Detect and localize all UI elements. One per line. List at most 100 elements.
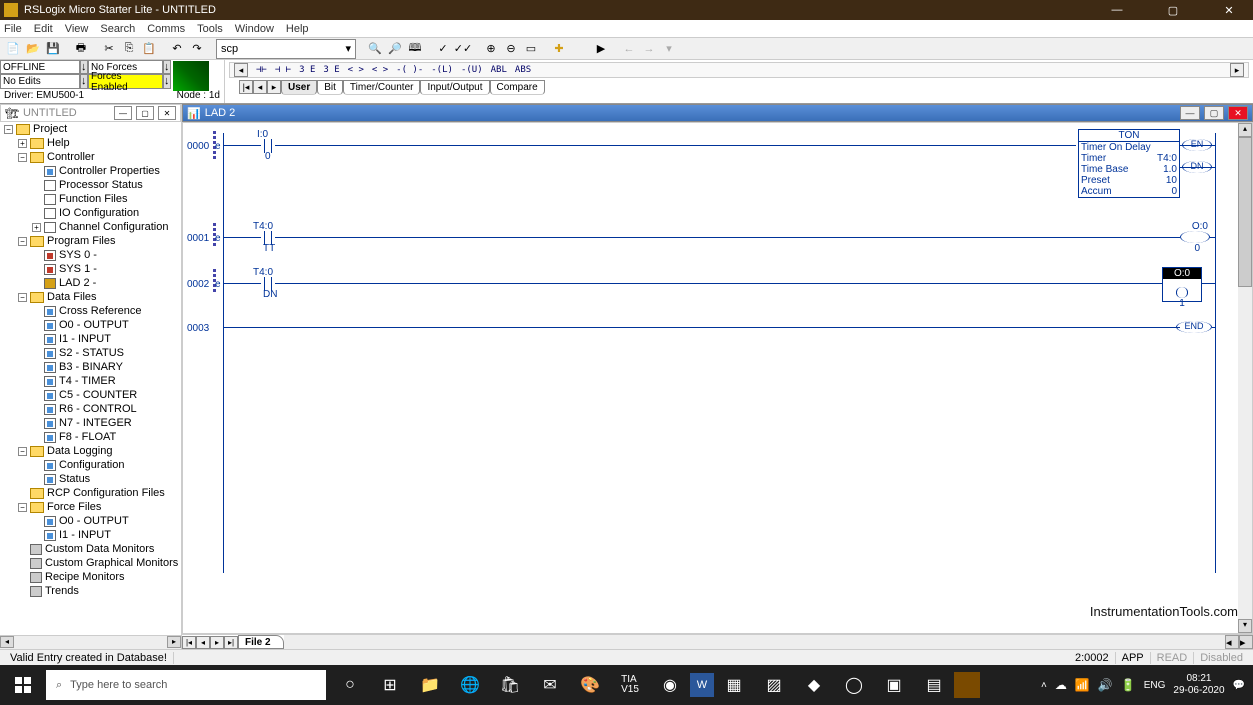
tab-bit[interactable]: Bit (317, 80, 343, 95)
zoom-out-button[interactable]: ⊖ (502, 40, 520, 58)
tree-n7[interactable]: N7 - INTEGER (59, 417, 132, 429)
instr-abl-icon[interactable]: ABL (491, 65, 507, 75)
filetab-first[interactable]: |◂ (182, 636, 196, 649)
tray-wifi-icon[interactable]: 📶 (1075, 678, 1090, 692)
tree-ch-config[interactable]: Channel Configuration (59, 221, 168, 233)
r1-coil[interactable] (1180, 231, 1210, 243)
tab-input-output[interactable]: Input/Output (420, 80, 489, 95)
add-button[interactable]: ✚ (550, 40, 568, 58)
teamviewer-icon[interactable]: ◯ (834, 665, 874, 705)
ladder-close-button[interactable]: ✕ (1228, 106, 1248, 120)
cut-button[interactable]: ✂ (100, 40, 118, 58)
tree-statusn[interactable]: Status (59, 473, 90, 485)
window-minimize-button[interactable]: — (1097, 0, 1137, 20)
app4-icon[interactable]: ▣ (874, 665, 914, 705)
online-dropdown[interactable]: ↓ (80, 60, 88, 74)
filetab-last[interactable]: ▸| (224, 636, 238, 649)
tree-s2[interactable]: S2 - STATUS (59, 347, 124, 359)
app1-icon[interactable]: ▦ (714, 665, 754, 705)
window-close-button[interactable]: ✕ (1209, 0, 1249, 20)
tree-trends[interactable]: Trends (45, 585, 79, 597)
tree-b3[interactable]: B3 - BINARY (59, 361, 123, 373)
edge-icon[interactable]: 🌐 (450, 665, 490, 705)
palette-right-button[interactable]: ▸ (1230, 63, 1244, 77)
edits-dropdown[interactable]: ↓ (80, 74, 88, 89)
taskview-icon[interactable]: ⊞ (370, 665, 410, 705)
forces-enabled-dropdown[interactable]: ↓ (163, 74, 171, 89)
window-maximize-button[interactable]: ▢ (1153, 0, 1193, 20)
instr-branch2-icon[interactable]: 3 E (323, 65, 339, 75)
tree-close-button[interactable]: ✕ (158, 106, 176, 120)
tab-compare[interactable]: Compare (490, 80, 545, 95)
tree-help[interactable]: Help (47, 137, 70, 149)
menu-window[interactable]: Window (235, 23, 274, 35)
instr-close-icon[interactable]: < > (372, 65, 388, 75)
tree-config[interactable]: Configuration (59, 459, 124, 471)
tray-notifications-icon[interactable]: 💬 (1233, 680, 1245, 691)
tree-xref[interactable]: Cross Reference (59, 305, 142, 317)
open-button[interactable]: 📂 (24, 40, 42, 58)
file-tab-2[interactable]: File 2 (238, 635, 284, 649)
tree-rm[interactable]: Recipe Monitors (45, 571, 124, 583)
ladder-max-button[interactable]: ▢ (1204, 106, 1224, 120)
tree-sys1[interactable]: SYS 1 - (59, 263, 97, 275)
menu-file[interactable]: File (4, 23, 22, 35)
tab-user[interactable]: User (281, 80, 317, 95)
rung-1[interactable]: 0001 (187, 233, 209, 244)
tree-cgm[interactable]: Custom Graphical Monitors (45, 557, 178, 569)
tab-nav-next[interactable]: ▸ (267, 80, 281, 94)
app2-icon[interactable]: ▨ (754, 665, 794, 705)
store-icon[interactable]: 🛍 (490, 665, 530, 705)
fit-button[interactable]: ▭ (522, 40, 540, 58)
tree-fi1[interactable]: I1 - INPUT (59, 529, 111, 541)
instr-xic-icon[interactable]: ⊣⊢ (256, 65, 267, 75)
instr-xio-icon[interactable]: ⊣ ⊢ (275, 65, 291, 75)
mail-icon[interactable]: ✉ (530, 665, 570, 705)
tia-icon[interactable]: TIAV15 (610, 665, 650, 705)
tab-nav-first[interactable]: |◂ (239, 80, 253, 94)
instr-otu-icon[interactable]: -(U) (461, 65, 483, 75)
copy-button[interactable]: ⎘ (120, 40, 138, 58)
explorer-icon[interactable]: 📁 (410, 665, 450, 705)
rung-2[interactable]: 0002 (187, 279, 209, 290)
ton-instruction[interactable]: TON Timer On Delay TimerT4:0 Time Base1.… (1078, 129, 1180, 198)
app3-icon[interactable]: ◆ (794, 665, 834, 705)
ladder-min-button[interactable]: — (1180, 106, 1200, 120)
rung-0[interactable]: 0000 (187, 141, 209, 152)
tree-fo0[interactable]: O0 - OUTPUT (59, 515, 129, 527)
tree-t4[interactable]: T4 - TIMER (59, 375, 116, 387)
menu-comms[interactable]: Comms (147, 23, 185, 35)
menu-help[interactable]: Help (286, 23, 309, 35)
tree-ctrl-props[interactable]: Controller Properties (59, 165, 160, 177)
filetab-prev[interactable]: ◂ (196, 636, 210, 649)
taskbar-search[interactable]: ⌕ Type here to search (46, 670, 326, 700)
cortana-icon[interactable]: ○ (330, 665, 370, 705)
zoom-in-button[interactable]: ⊕ (482, 40, 500, 58)
tray-volume-icon[interactable]: 🔊 (1098, 678, 1113, 692)
save-button[interactable]: 💾 (44, 40, 62, 58)
tree-proc-status[interactable]: Processor Status (59, 179, 143, 191)
forces-dropdown[interactable]: ↓ (163, 60, 171, 74)
tree-o0[interactable]: O0 - OUTPUT (59, 319, 129, 331)
paste-button[interactable]: 📋 (140, 40, 158, 58)
palette-left-button[interactable]: ◂ (234, 63, 248, 77)
menu-search[interactable]: Search (100, 23, 135, 35)
tree-hscroll[interactable]: ◂ ▸ (0, 635, 181, 649)
tree-project[interactable]: Project (33, 123, 67, 135)
tree-cdm[interactable]: Custom Data Monitors (45, 543, 154, 555)
rung-3[interactable]: 0003 (187, 323, 209, 334)
undo-button[interactable]: ↶ (168, 40, 186, 58)
tree-sys0[interactable]: SYS 0 - (59, 249, 97, 261)
tray-lang[interactable]: ENG (1144, 680, 1166, 691)
instr-branch-icon[interactable]: 3 E (299, 65, 315, 75)
menu-edit[interactable]: Edit (34, 23, 53, 35)
play-button[interactable]: ▶ (592, 40, 610, 58)
app5-icon[interactable]: ▤ (914, 665, 954, 705)
find-prev-button[interactable]: 🕮 (406, 40, 424, 58)
tree-force-files[interactable]: Force Files (47, 501, 101, 513)
tree-func-files[interactable]: Function Files (59, 193, 127, 205)
ladder-canvas[interactable]: ▴ ▾ 0000 e I:0 0 TON Timer On Delay Time… (182, 122, 1253, 634)
tree-r6[interactable]: R6 - CONTROL (59, 403, 137, 415)
tree-i1[interactable]: I1 - INPUT (59, 333, 111, 345)
tray-battery-icon[interactable]: 🔋 (1121, 678, 1136, 692)
